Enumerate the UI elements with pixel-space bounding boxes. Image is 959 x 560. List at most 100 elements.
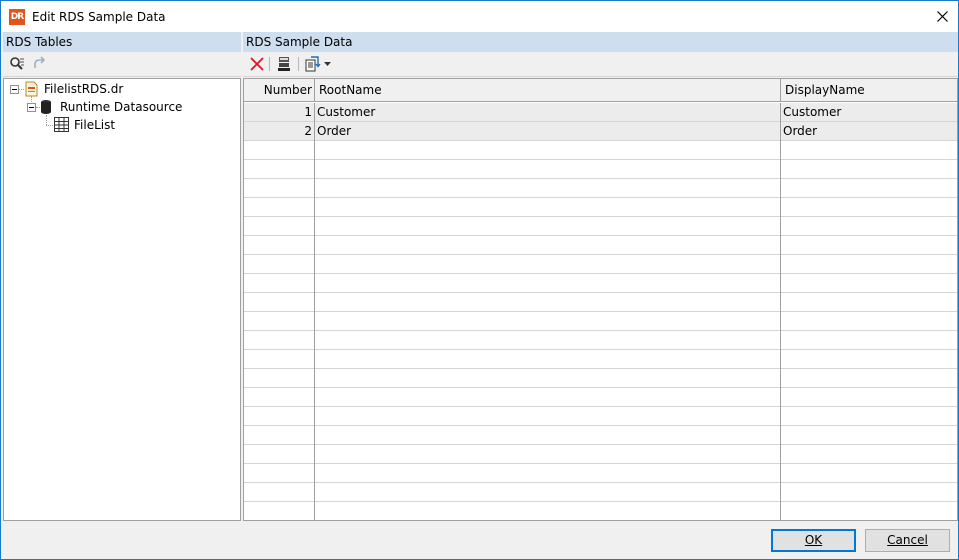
table-cell-root-name[interactable] (315, 293, 781, 312)
empty-table-row[interactable] (244, 331, 957, 350)
table-cell-display-name[interactable] (781, 331, 957, 350)
table-cell-number[interactable] (244, 217, 315, 236)
table-cell-root-name[interactable] (315, 255, 781, 274)
table-cell-number[interactable]: 2 (244, 122, 315, 141)
table-cell-root-name[interactable] (315, 426, 781, 445)
table-cell-root-name[interactable] (315, 502, 781, 520)
table-cell-number[interactable] (244, 331, 315, 350)
table-cell-number[interactable] (244, 236, 315, 255)
table-cell-number[interactable] (244, 160, 315, 179)
table-cell-root-name[interactable] (315, 445, 781, 464)
table-cell-root-name[interactable] (315, 407, 781, 426)
table-cell-display-name[interactable] (781, 350, 957, 369)
table-cell-number[interactable] (244, 483, 315, 502)
table-cell-display-name[interactable] (781, 236, 957, 255)
empty-table-row[interactable] (244, 255, 957, 274)
empty-table-row[interactable] (244, 350, 957, 369)
table-cell-root-name[interactable]: Order (315, 122, 781, 141)
table-cell-display-name[interactable] (781, 255, 957, 274)
table-cell-display-name[interactable]: Order (781, 122, 957, 141)
empty-table-row[interactable] (244, 236, 957, 255)
table-cell-number[interactable] (244, 255, 315, 274)
table-cell-number[interactable] (244, 464, 315, 483)
empty-table-row[interactable] (244, 141, 957, 160)
table-cell-display-name[interactable] (781, 407, 957, 426)
table-cell-number[interactable] (244, 445, 315, 464)
ok-button[interactable]: OK (771, 529, 856, 552)
empty-table-row[interactable] (244, 312, 957, 331)
tree-collapse-toggle[interactable] (27, 103, 36, 112)
table-cell-display-name[interactable] (781, 274, 957, 293)
table-cell-display-name[interactable] (781, 426, 957, 445)
empty-table-row[interactable] (244, 160, 957, 179)
table-cell-number[interactable] (244, 198, 315, 217)
table-cell-display-name[interactable] (781, 445, 957, 464)
save-data-button[interactable] (275, 55, 293, 73)
table-cell-root-name[interactable] (315, 464, 781, 483)
table-cell-display-name[interactable] (781, 502, 957, 520)
empty-table-row[interactable] (244, 179, 957, 198)
table-cell-root-name[interactable] (315, 179, 781, 198)
table-cell-root-name[interactable] (315, 274, 781, 293)
table-cell-root-name[interactable] (315, 331, 781, 350)
table-cell-number[interactable] (244, 407, 315, 426)
table-cell-number[interactable] (244, 369, 315, 388)
table-cell-number[interactable]: 1 (244, 103, 315, 122)
find-button[interactable] (8, 55, 26, 73)
table-cell-root-name[interactable] (315, 217, 781, 236)
table-cell-number[interactable] (244, 388, 315, 407)
redo-button[interactable] (30, 55, 48, 73)
empty-table-row[interactable] (244, 198, 957, 217)
table-cell-display-name[interactable] (781, 217, 957, 236)
table-cell-display-name[interactable] (781, 464, 957, 483)
close-button[interactable] (927, 1, 958, 32)
import-dropdown-button[interactable] (322, 55, 332, 73)
table-cell-number[interactable] (244, 502, 315, 520)
empty-table-row[interactable] (244, 369, 957, 388)
empty-table-row[interactable] (244, 483, 957, 502)
column-header-displayname[interactable]: DisplayName (781, 79, 957, 102)
cancel-button[interactable]: Cancel (865, 529, 950, 552)
empty-table-row[interactable] (244, 293, 957, 312)
table-cell-number[interactable] (244, 350, 315, 369)
table-cell-display-name[interactable] (781, 179, 957, 198)
table-cell-display-name[interactable] (781, 388, 957, 407)
sample-data-grid[interactable]: Number RootName DisplayName 1 Customer Cus… (243, 78, 958, 521)
table-cell-root-name[interactable] (315, 141, 781, 160)
tree-node-datasource[interactable]: Runtime Datasource (58, 99, 184, 115)
table-cell-display-name[interactable] (781, 369, 957, 388)
table-cell-root-name[interactable] (315, 236, 781, 255)
tree-node-filelist[interactable]: FileList (72, 117, 118, 133)
table-cell-root-name[interactable] (315, 483, 781, 502)
table-cell-display-name[interactable] (781, 483, 957, 502)
column-header-rootname[interactable]: RootName (315, 79, 781, 102)
table-cell-number[interactable] (244, 312, 315, 331)
table-cell-display-name[interactable] (781, 312, 957, 331)
table-cell-root-name[interactable] (315, 350, 781, 369)
empty-table-row[interactable] (244, 388, 957, 407)
table-cell-number[interactable] (244, 274, 315, 293)
table-cell-root-name[interactable] (315, 198, 781, 217)
empty-table-row[interactable] (244, 407, 957, 426)
table-cell-number[interactable] (244, 293, 315, 312)
empty-table-row[interactable] (244, 445, 957, 464)
import-data-button[interactable] (304, 55, 322, 73)
table-row[interactable]: 2 Order Order (244, 122, 957, 141)
table-row[interactable]: 1 Customer Customer (244, 103, 957, 122)
table-cell-display-name[interactable] (781, 160, 957, 179)
tree-collapse-toggle[interactable] (10, 85, 19, 94)
table-cell-display-name[interactable] (781, 293, 957, 312)
table-cell-number[interactable] (244, 179, 315, 198)
column-header-number[interactable]: Number (244, 79, 315, 102)
table-cell-display-name[interactable] (781, 198, 957, 217)
table-cell-display-name[interactable]: Customer (781, 103, 957, 122)
empty-table-row[interactable] (244, 274, 957, 293)
empty-table-row[interactable] (244, 426, 957, 445)
table-cell-number[interactable] (244, 426, 315, 445)
empty-table-row[interactable] (244, 217, 957, 236)
empty-table-row[interactable] (244, 502, 957, 520)
table-cell-root-name[interactable] (315, 312, 781, 331)
tree-node-report[interactable]: FilelistRDS.dr (42, 81, 125, 97)
delete-button[interactable] (248, 55, 266, 73)
table-cell-number[interactable] (244, 141, 315, 160)
